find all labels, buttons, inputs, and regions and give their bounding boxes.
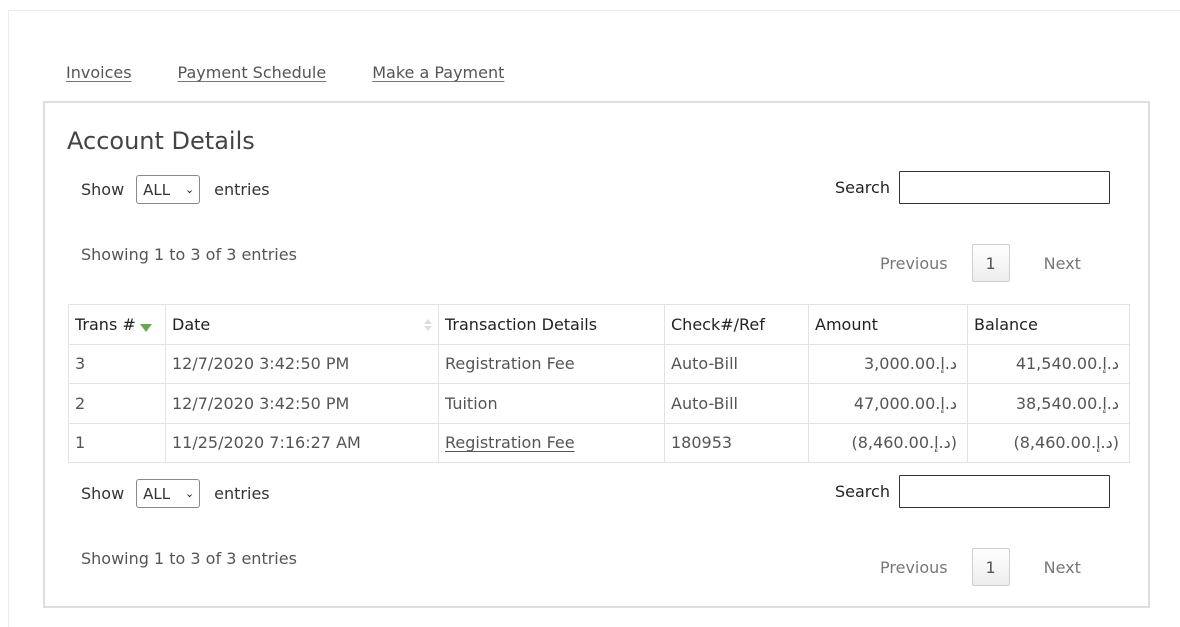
transactions-table: Trans # Date Transaction Details Check#/… [68,304,1130,463]
col-balance: Balance [967,304,1130,345]
col-transaction-details: Transaction Details [438,304,665,345]
search-control-top: Search [835,171,1110,204]
table-row: 3 12/7/2020 3:42:50 PM Registration Fee … [68,343,1130,384]
column-label: Amount [815,314,878,334]
sort-both-icon [424,318,432,331]
page-1-button[interactable]: 1 [971,548,1010,586]
show-label: Show [81,484,125,503]
cell-trans: 3 [68,343,166,384]
entries-select-value: ALL [143,484,171,503]
registration-fee-link[interactable]: Registration Fee [438,422,665,463]
table-row: 1 11/25/2020 7:16:27 AM Registration Fee… [68,422,1130,463]
left-divider [8,10,9,627]
cell-balance: د.إ.41,540.00 [967,343,1130,384]
search-input-top[interactable] [898,171,1110,204]
cell-ref: 180953 [664,422,809,463]
cell-details: Tuition [438,383,665,424]
entries-select-value: ALL [143,180,171,199]
cell-balance: د.إ.38,540.00 [967,383,1130,424]
cell-trans: 1 [68,422,166,463]
account-details-panel: Account Details Show ALL ⌄ entries Searc… [43,101,1150,608]
entries-select-bottom[interactable]: ALL ⌄ [136,479,201,508]
sort-desc-icon [139,323,152,332]
column-label: Check#/Ref [671,314,765,334]
account-nav: Invoices Payment Schedule Make a Payment [66,63,550,82]
column-label: Balance [974,314,1038,334]
show-label: Show [81,180,125,199]
length-control-bottom: Show ALL ⌄ entries [81,479,270,508]
payment-schedule-link[interactable]: Payment Schedule [178,63,327,82]
cell-trans: 2 [68,383,166,424]
cell-amount: د.إ.47,000.00 [808,383,968,424]
column-label: Trans # [75,314,136,334]
length-control-top: Show ALL ⌄ entries [81,175,270,204]
column-label: Date [172,314,211,334]
table-info-bottom: Showing 1 to 3 of 3 entries [81,549,297,568]
entries-select-top[interactable]: ALL ⌄ [136,175,201,204]
table-info-top: Showing 1 to 3 of 3 entries [81,245,297,264]
table-row: 2 12/7/2020 3:42:50 PM Tuition Auto-Bill… [68,383,1130,424]
cell-date: 12/7/2020 3:42:50 PM [165,343,439,384]
previous-button[interactable]: Previous [880,558,948,577]
panel-title: Account Details [67,127,255,155]
cell-balance: (د.إ.8,460.00) [967,422,1130,463]
col-check-ref: Check#/Ref [664,304,809,345]
top-divider [8,10,1180,11]
cell-details: Registration Fee [438,343,665,384]
search-label: Search [835,178,890,197]
next-button[interactable]: Next [1044,254,1081,273]
entries-label: entries [214,484,270,503]
chevron-down-icon: ⌄ [184,487,195,500]
page-1-button[interactable]: 1 [971,244,1010,282]
invoices-link[interactable]: Invoices [66,63,132,82]
col-date[interactable]: Date [165,304,439,345]
cell-amount: د.إ.3,000.00 [808,343,968,384]
cell-ref: Auto-Bill [664,383,809,424]
cell-amount: (د.إ.8,460.00) [808,422,968,463]
table-header-row: Trans # Date Transaction Details Check#/… [68,304,1130,345]
pagination-bottom: Previous 1 Next [880,548,1081,586]
col-amount: Amount [808,304,968,345]
search-control-bottom: Search [835,475,1110,508]
cell-ref: Auto-Bill [664,343,809,384]
column-label: Transaction Details [445,314,598,334]
next-button[interactable]: Next [1044,558,1081,577]
chevron-down-icon: ⌄ [184,183,195,196]
search-label: Search [835,482,890,501]
make-a-payment-link[interactable]: Make a Payment [372,63,504,82]
cell-date: 11/25/2020 7:16:27 AM [165,422,439,463]
col-trans-number[interactable]: Trans # [68,304,166,345]
pagination-top: Previous 1 Next [880,244,1081,282]
cell-date: 12/7/2020 3:42:50 PM [165,383,439,424]
entries-label: entries [214,180,270,199]
previous-button[interactable]: Previous [880,254,948,273]
search-input-bottom[interactable] [898,475,1110,508]
